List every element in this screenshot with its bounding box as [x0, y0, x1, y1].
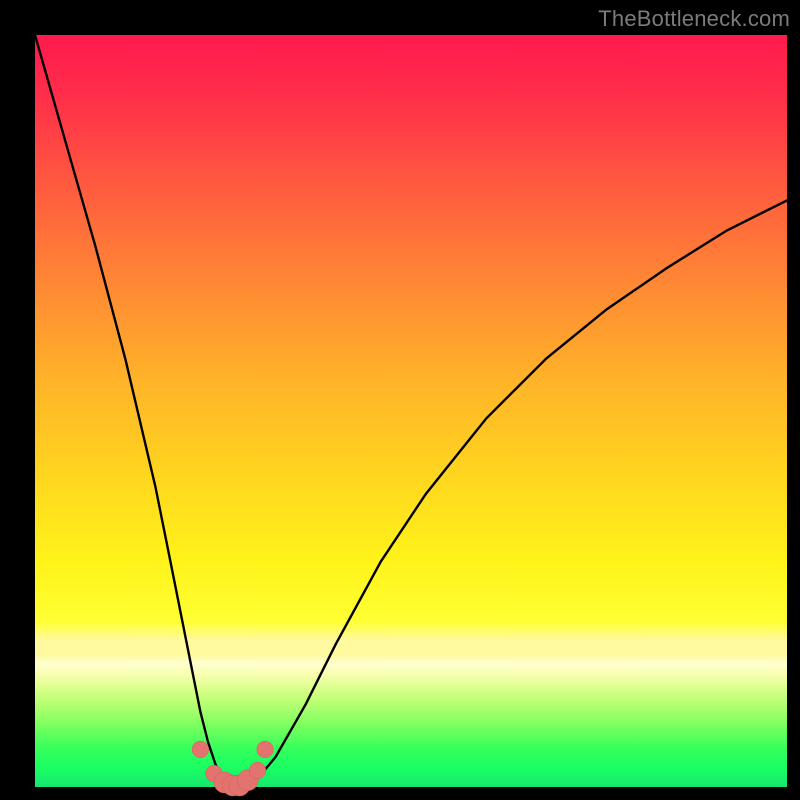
curve-marker: [249, 762, 266, 779]
curve-markers: [192, 741, 273, 796]
chart-frame: TheBottleneck.com: [0, 0, 800, 800]
watermark-text: TheBottleneck.com: [598, 6, 790, 32]
curve-marker: [257, 741, 274, 758]
bottleneck-curve: [35, 35, 787, 787]
plot-area: [35, 35, 787, 787]
curve-layer: [35, 35, 787, 787]
curve-marker: [192, 741, 209, 758]
